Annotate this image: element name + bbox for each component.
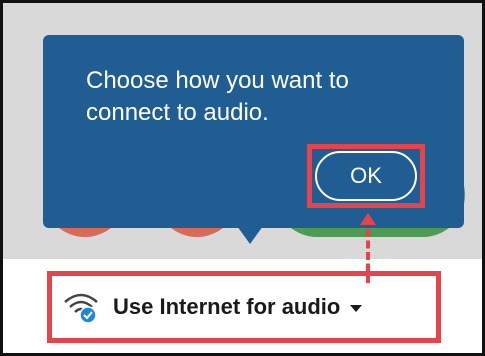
audio-option-label: Use Internet for audio — [113, 294, 341, 319]
caret-down-icon[interactable] — [350, 305, 363, 312]
popover-message: Choose how you want to connect to audio. — [86, 67, 349, 126]
wifi-check-icon — [61, 290, 101, 324]
popover-pointer — [237, 226, 263, 244]
screenshot-frame: Choose how you want to connect to audio.… — [0, 0, 485, 356]
annotation-arrow-head — [360, 213, 376, 225]
audio-option-selector[interactable]: Use Internet for audio — [61, 287, 363, 327]
ok-button[interactable]: OK — [315, 151, 417, 201]
